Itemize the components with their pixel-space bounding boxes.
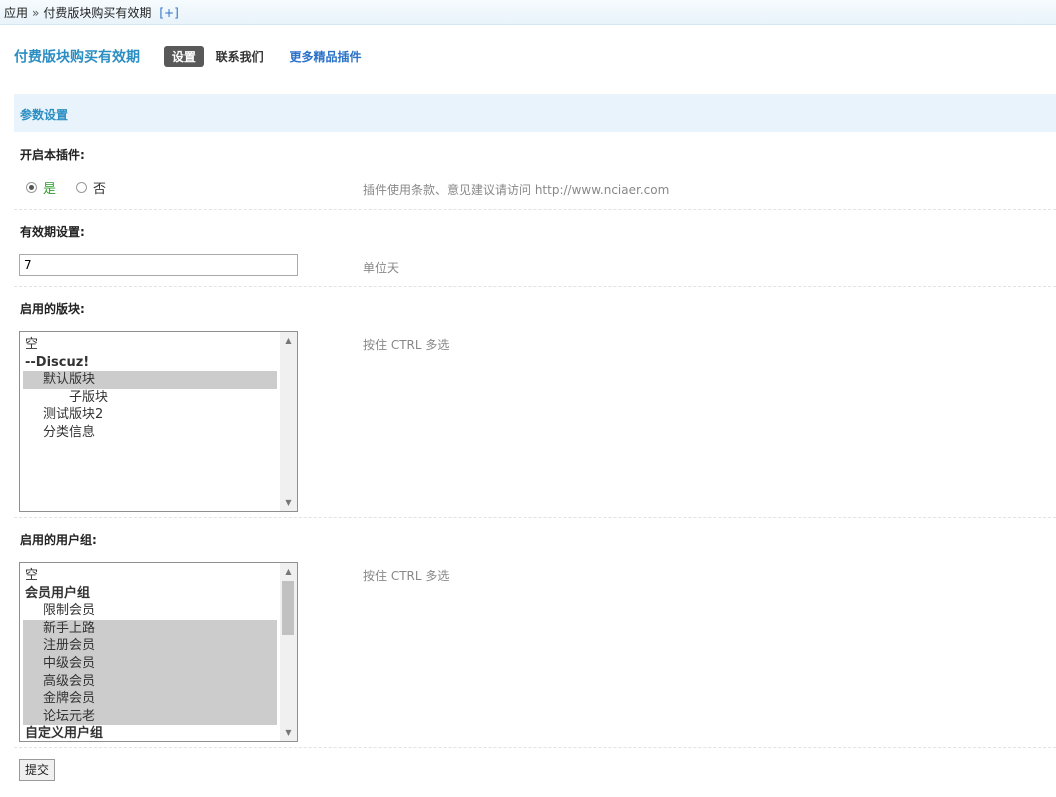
scroll-down-arrow-icon[interactable]: ▼: [280, 728, 297, 737]
enable-plugin-hint: 插件使用条款、意见建议请访问 http://www.nciaer.com: [363, 183, 670, 197]
forum-option[interactable]: 空: [23, 336, 277, 354]
validity-input[interactable]: [19, 254, 298, 276]
validity-label: 有效期设置:: [20, 225, 85, 239]
forums-select[interactable]: 空 --Discuz! 默认版块 子版块 测试版块2 分类信息 ▲ ▼: [19, 331, 298, 512]
radio-no-label: 否: [93, 182, 107, 197]
divider: [14, 517, 1056, 518]
divider: [14, 209, 1056, 210]
usergroup-option[interactable]: 注册会员: [23, 637, 277, 655]
tab-settings[interactable]: 设置: [163, 46, 204, 67]
forums-label: 启用的版块:: [20, 302, 85, 316]
usergroups-select[interactable]: 空 会员用户组 限制会员 新手上路 注册会员 中级会员 高级会员 金牌会员 论坛…: [19, 562, 298, 742]
usergroup-option[interactable]: 限制会员: [23, 602, 277, 620]
divider: [14, 747, 1056, 748]
radio-no[interactable]: 否: [76, 178, 106, 197]
usergroup-option[interactable]: 会员用户组: [23, 585, 277, 603]
add-shortcut-link[interactable]: [+]: [159, 6, 178, 20]
forum-option[interactable]: 分类信息: [23, 424, 277, 442]
usergroups-scrollbar[interactable]: ▲ ▼: [280, 563, 297, 741]
usergroup-option[interactable]: 空: [23, 567, 277, 585]
usergroup-option[interactable]: 自定义用户组: [23, 725, 277, 741]
breadcrumb-root[interactable]: 应用: [4, 6, 28, 20]
scroll-up-arrow-icon[interactable]: ▲: [280, 567, 297, 576]
breadcrumb-separator: »: [32, 6, 40, 20]
forum-option[interactable]: --Discuz!: [23, 354, 277, 372]
radio-yes-dot[interactable]: [26, 182, 37, 193]
breadcrumb: 应用 » 付费版块购买有效期 [+]: [4, 4, 179, 21]
plugin-title: 付费版块购买有效期: [14, 49, 140, 66]
usergroup-option[interactable]: 金牌会员: [23, 690, 277, 708]
divider: [14, 286, 1056, 287]
forum-option[interactable]: 默认版块: [23, 371, 277, 389]
top-bar: 应用 » 付费版块购买有效期 [+]: [0, 0, 1056, 25]
usergroup-option[interactable]: 中级会员: [23, 654, 277, 673]
plugin-header: 付费版块购买有效期 设置 联系我们 更多精品插件: [14, 46, 362, 67]
forum-option[interactable]: 子版块: [23, 389, 277, 407]
forums-hint: 按住 CTRL 多选: [363, 338, 450, 352]
validity-hint: 单位天: [363, 261, 400, 275]
usergroups-hint: 按住 CTRL 多选: [363, 569, 450, 583]
tab-more-plugins[interactable]: 更多精品插件: [290, 48, 362, 65]
tab-contact-us[interactable]: 联系我们: [216, 48, 264, 65]
usergroup-option[interactable]: 新手上路: [23, 619, 277, 638]
forum-option[interactable]: 测试版块2: [23, 406, 277, 424]
scrollbar-thumb[interactable]: [282, 581, 294, 635]
usergroup-option[interactable]: 论坛元老: [23, 707, 277, 726]
usergroup-option[interactable]: 高级会员: [23, 672, 277, 691]
radio-yes[interactable]: 是: [26, 178, 56, 197]
submit-button[interactable]: 提交: [19, 759, 56, 781]
scroll-up-arrow-icon[interactable]: ▲: [280, 336, 297, 345]
scroll-down-arrow-icon[interactable]: ▼: [280, 498, 297, 507]
section-title: 参数设置: [20, 108, 69, 122]
section-header: 参数设置: [14, 94, 1056, 132]
radio-yes-label: 是: [43, 182, 57, 197]
enable-plugin-label: 开启本插件:: [20, 148, 85, 162]
breadcrumb-current[interactable]: 付费版块购买有效期: [43, 6, 151, 20]
radio-no-dot[interactable]: [76, 182, 87, 193]
usergroups-label: 启用的用户组:: [20, 533, 97, 547]
forums-scrollbar[interactable]: ▲ ▼: [280, 332, 297, 511]
